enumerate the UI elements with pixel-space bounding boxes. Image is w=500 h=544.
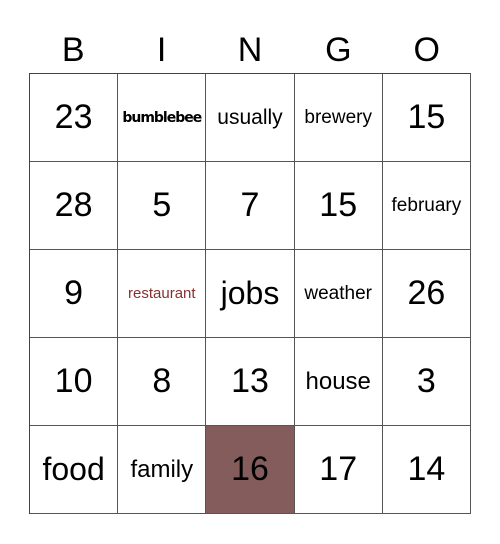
header-letter-o: O	[413, 31, 440, 69]
bingo-cell-n-1[interactable]: usually	[206, 74, 295, 162]
bingo-cell-i-1[interactable]: bumblebee	[118, 74, 207, 162]
cell-text: bumblebee	[122, 109, 202, 126]
bingo-cell-i-4[interactable]: 8	[118, 338, 207, 426]
cell-text: 26	[407, 274, 446, 312]
bingo-cell-b-5[interactable]: food	[30, 426, 119, 514]
bingo-cell-i-2[interactable]: 5	[118, 162, 207, 250]
cell-text: 16	[231, 450, 269, 488]
cell-text: 13	[231, 362, 269, 400]
cell-text: february	[391, 194, 462, 216]
bingo-cell-o-5[interactable]: 14	[382, 426, 471, 514]
cell-text: weather	[304, 282, 372, 304]
cell-text: jobs	[220, 275, 280, 311]
cell-text: restaurant	[128, 285, 196, 302]
bingo-cell-b-4[interactable]: 10	[30, 338, 119, 426]
cell-text: 28	[54, 186, 93, 224]
cell-text: house	[305, 367, 371, 395]
bingo-cell-o-3[interactable]: 26	[382, 250, 471, 338]
bingo-cell-o-4[interactable]: 3	[382, 338, 471, 426]
bingo-cell-i-3[interactable]: restaurant	[118, 250, 207, 338]
bingo-cell-b-3[interactable]: 9	[30, 250, 119, 338]
cell-text: 14	[407, 450, 446, 488]
bingo-cell-g-2[interactable]: 15	[294, 162, 383, 250]
cell-text: 5	[152, 186, 172, 224]
bingo-cell-i-5[interactable]: family	[118, 426, 207, 514]
cell-text: food	[42, 451, 105, 487]
header-letter-g: G	[325, 31, 352, 69]
bingo-cell-o-1[interactable]: 15	[382, 74, 471, 162]
bingo-cell-o-2[interactable]: february	[382, 162, 471, 250]
cell-text: brewery	[304, 106, 372, 128]
header-letter-i: I	[156, 31, 167, 69]
cell-text: 10	[54, 362, 93, 400]
bingo-cell-n-2[interactable]: 7	[206, 162, 295, 250]
cell-text: 3	[416, 362, 436, 400]
bingo-cell-g-3[interactable]: weather	[294, 250, 383, 338]
cell-text: 17	[319, 450, 358, 488]
bingo-cell-g-1[interactable]: brewery	[294, 74, 383, 162]
bingo-header: B I N G O	[29, 28, 471, 72]
header-letter-n: N	[237, 31, 263, 69]
header-letter-b: B	[61, 31, 85, 69]
cell-text: family	[130, 455, 194, 483]
cell-text: 8	[152, 362, 172, 400]
bingo-cell-n-5[interactable]: 16	[206, 426, 295, 514]
bingo-cell-b-2[interactable]: 28	[30, 162, 119, 250]
bingo-cell-n-4[interactable]: 13	[206, 338, 295, 426]
bingo-cell-b-1[interactable]: 23	[30, 74, 119, 162]
cell-text: 9	[64, 274, 84, 312]
cell-text: 15	[319, 186, 358, 224]
cell-text: 23	[54, 98, 93, 136]
bingo-cell-g-4[interactable]: house	[294, 338, 383, 426]
cell-text: usually	[217, 105, 283, 129]
cell-text: 15	[407, 98, 446, 136]
cell-text: 7	[240, 186, 260, 224]
bingo-grid: 23 bumblebee usually brewery 15 28 5 7 15 februar…	[29, 73, 471, 514]
bingo-cell-g-5[interactable]: 17	[294, 426, 383, 514]
bingo-cell-n-3[interactable]: jobs	[206, 250, 295, 338]
